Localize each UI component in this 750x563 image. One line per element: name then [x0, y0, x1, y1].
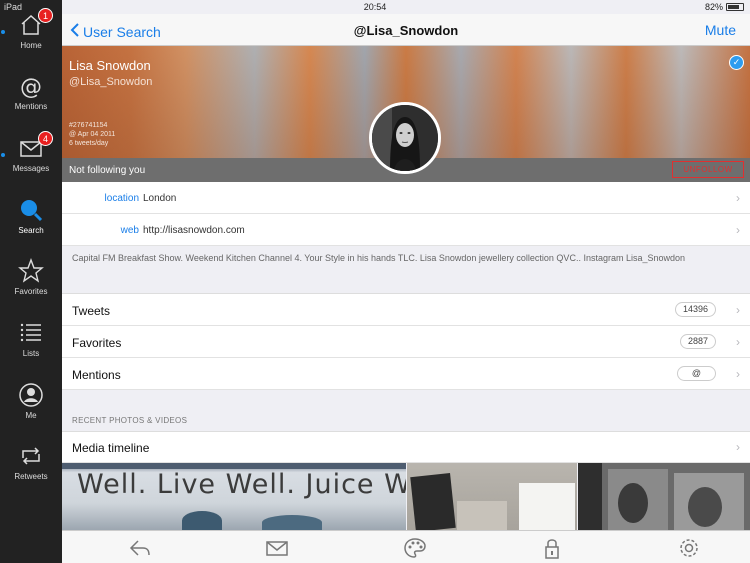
chevron-right-icon: ›: [736, 366, 740, 381]
recent-photos-strip: Well. Live Well. Juice W: [62, 463, 750, 530]
sidebar-item-label: Me: [25, 411, 37, 420]
navigation-bar: User Search @Lisa_Snowdon Mute: [62, 14, 750, 46]
chevron-right-icon: ›: [736, 302, 740, 317]
section-header: RECENT PHOTOS & VIDEOS: [72, 416, 188, 425]
home-icon: 1: [18, 8, 53, 38]
sidebar-item-label: Home: [20, 41, 42, 50]
sidebar-item-retweets[interactable]: Retweets: [0, 443, 62, 499]
photo-sign-text: Well. Live Well. Juice W: [77, 469, 406, 500]
location-value: London: [143, 193, 177, 204]
battery-icon: [726, 3, 744, 11]
page-title: @Lisa_Snowdon: [353, 23, 459, 38]
sidebar-item-home[interactable]: 1 Home: [0, 8, 62, 68]
sidebar-item-messages[interactable]: 4 Messages: [0, 131, 62, 191]
sidebar-item-mentions[interactable]: @ Mentions: [0, 73, 62, 129]
stats-list: Tweets 14396 › Favorites 2887 › Mentions…: [62, 293, 750, 390]
profile-id: #276741154: [69, 122, 108, 129]
battery-percent: 82%: [704, 2, 723, 12]
web-key: web: [120, 225, 139, 236]
search-icon: [18, 197, 44, 223]
profile-handle: @Lisa_Snowdon: [69, 76, 153, 88]
sidebar-item-label: Retweets: [14, 472, 48, 481]
mentions-pill: @: [676, 366, 716, 381]
photo-thumbnail[interactable]: Well. Live Well. Juice W: [62, 463, 406, 530]
at-icon: @: [18, 73, 44, 100]
palette-icon[interactable]: [403, 537, 427, 559]
sidebar-item-search[interactable]: Search: [0, 197, 62, 253]
profile-rate: 6 tweets/day: [69, 140, 109, 147]
verified-icon: ✓: [729, 55, 744, 70]
chevron-right-icon: ›: [736, 334, 740, 349]
svg-text:@: @: [20, 75, 42, 99]
avatar[interactable]: [369, 102, 441, 174]
media-timeline-label: Media timeline: [72, 441, 150, 455]
lock-icon[interactable]: [540, 537, 564, 559]
list-icon: [18, 320, 44, 346]
messages-badge: 4: [38, 131, 53, 146]
chevron-right-icon: ›: [736, 440, 740, 454]
chevron-right-icon: ›: [736, 190, 740, 205]
sidebar-item-label: Favorites: [14, 287, 48, 296]
sidebar-item-favorites[interactable]: Favorites: [0, 258, 62, 314]
unread-dot: [1, 153, 5, 157]
favorites-count: 2887: [679, 334, 716, 349]
profile-info-list: location London › web http://lisasnowdon…: [62, 182, 750, 246]
follow-status: Not following you: [69, 165, 146, 176]
photo-thumbnail[interactable]: [407, 463, 577, 530]
envelope-icon: 4: [18, 131, 53, 161]
stat-label: Tweets: [72, 304, 111, 318]
web-value: http://lisasnowdon.com: [143, 225, 245, 236]
profile-joined: @ Apr 04 2011: [69, 131, 116, 138]
sidebar-item-label: Search: [18, 226, 44, 235]
sidebar-item-label: Mentions: [14, 102, 48, 111]
media-timeline-row[interactable]: Media timeline ›: [62, 431, 750, 463]
unfollow-button[interactable]: UNFOLLOW: [672, 161, 744, 178]
sidebar-item-label: Messages: [12, 164, 50, 173]
location-key: location: [104, 193, 139, 204]
profile-pane: User Search @Lisa_Snowdon Mute Lisa Snow…: [62, 0, 750, 563]
reply-icon[interactable]: [128, 537, 152, 559]
bottom-toolbar: [62, 530, 750, 563]
envelope-icon[interactable]: [265, 537, 289, 559]
gear-icon[interactable]: [677, 537, 701, 559]
profile-name: Lisa Snowdon: [69, 58, 151, 73]
status-bar: iPad 20:54 82%: [0, 0, 750, 14]
mute-button[interactable]: Mute: [705, 22, 736, 38]
star-icon: [18, 258, 44, 284]
sidebar-item-lists[interactable]: Lists: [0, 320, 62, 376]
profile-bio: Capital FM Breakfast Show. Weekend Kitch…: [72, 253, 686, 263]
stat-label: Mentions: [72, 368, 121, 382]
unread-dot: [1, 30, 5, 34]
sidebar-item-label: Lists: [22, 349, 40, 358]
person-icon: [18, 382, 44, 408]
clock: 20:54: [363, 2, 387, 12]
tweets-row[interactable]: Tweets 14396 ›: [62, 294, 750, 326]
stat-label: Favorites: [72, 336, 122, 350]
web-row[interactable]: web http://lisasnowdon.com ›: [62, 214, 750, 246]
mentions-row[interactable]: Mentions @ ›: [62, 358, 750, 390]
favorites-row[interactable]: Favorites 2887 ›: [62, 326, 750, 358]
sidebar-item-me[interactable]: Me: [0, 382, 62, 438]
tweets-count: 14396: [674, 302, 716, 317]
chevron-right-icon: ›: [736, 222, 740, 237]
photo-thumbnail[interactable]: [578, 463, 750, 530]
sidebar: 1 Home @ Mentions 4 Messages Search Favo…: [0, 0, 62, 563]
location-row[interactable]: location London ›: [62, 182, 750, 214]
retweet-icon: [18, 443, 44, 469]
